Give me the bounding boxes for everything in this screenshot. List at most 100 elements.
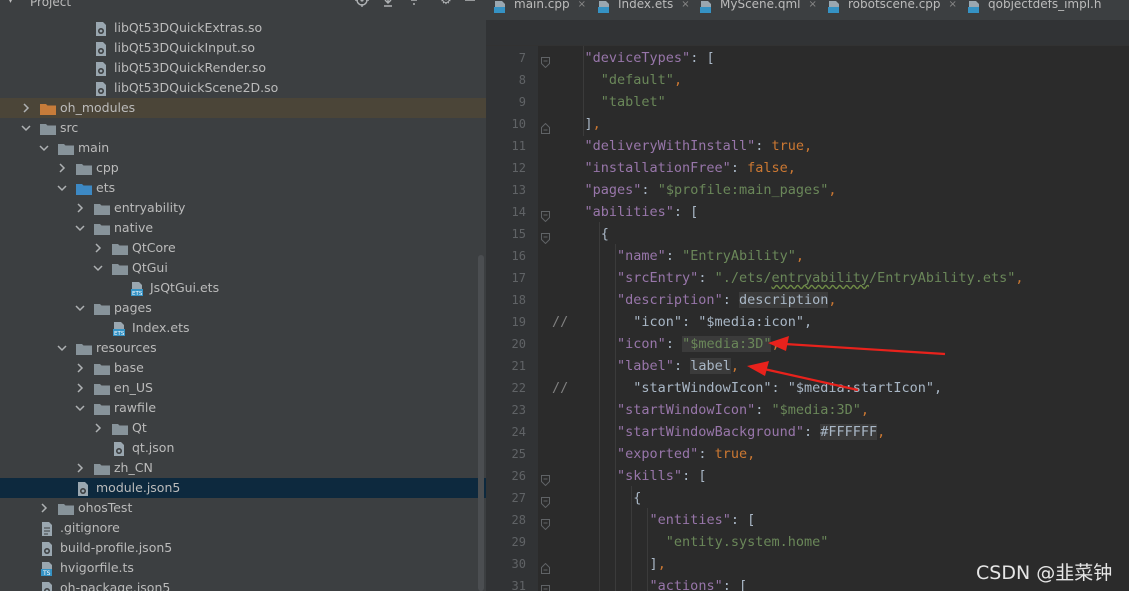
tree-item[interactable]: TS hvigorfile.ts (0, 558, 486, 578)
tree-item[interactable]: oh-package.json5 (0, 578, 486, 591)
filter-icon[interactable] (406, 0, 422, 8)
chevron-down-icon[interactable] (74, 222, 86, 234)
chevron-down-icon[interactable]: ▾ (8, 0, 13, 6)
code-line[interactable]: // "icon": "$media:icon", (552, 311, 812, 333)
close-icon[interactable]: × (681, 0, 689, 10)
editor-tab[interactable]: MyScene.qml × (700, 0, 817, 14)
code-line[interactable]: { (552, 487, 641, 509)
code-line[interactable]: "deliveryWithInstall": true, (552, 135, 813, 157)
editor-tab[interactable]: main.cpp × (494, 0, 586, 14)
code-line[interactable]: ], (552, 553, 666, 575)
tree-item[interactable]: .gitignore (0, 518, 486, 538)
tree-item[interactable]: entryability (0, 198, 486, 218)
editor-tab[interactable]: Index.ets × (598, 0, 690, 14)
chevron-down-icon[interactable] (56, 182, 68, 194)
tree-item[interactable]: libQt53DQuickInput.so (0, 38, 486, 58)
chevron-right-icon[interactable] (74, 382, 86, 394)
line-number: 16 (511, 249, 526, 263)
fold-open-icon[interactable] (541, 581, 550, 591)
collapse-all-icon[interactable] (380, 0, 396, 8)
editor-tab[interactable]: qobjectdefs_impl.h (968, 0, 1101, 14)
code-line[interactable]: "name": "EntryAbility", (552, 245, 804, 267)
tree-item[interactable]: ETS Index.ets (0, 318, 486, 338)
chevron-down-icon[interactable] (56, 342, 68, 354)
code-line[interactable]: "exported": true, (552, 443, 755, 465)
tree-item[interactable]: cpp (0, 158, 486, 178)
tree-item[interactable]: ohosTest (0, 498, 486, 518)
chevron-down-icon[interactable] (38, 142, 50, 154)
tree-item[interactable]: qt.json (0, 438, 486, 458)
chevron-down-icon[interactable] (74, 302, 86, 314)
code-line[interactable]: "entities": [ (552, 509, 756, 531)
code-line[interactable]: "label": label, (552, 355, 739, 377)
code-editor[interactable]: 7 8 9 10 11 12 13 14 15 16 17 18 19 20 21 22 23 24 25 26 27 2… (486, 46, 1129, 591)
code-line[interactable]: "abilities": [ (552, 201, 699, 223)
tree-item[interactable]: QtCore (0, 238, 486, 258)
tree-item[interactable]: src (0, 118, 486, 138)
chevron-down-icon[interactable] (92, 262, 104, 274)
project-panel-title[interactable]: Project (30, 0, 71, 9)
chevron-down-icon[interactable] (20, 122, 32, 134)
chevron-right-icon[interactable] (74, 362, 86, 374)
close-icon[interactable]: × (809, 0, 817, 10)
fold-open-icon[interactable] (541, 229, 550, 245)
tree-item[interactable]: en_US (0, 378, 486, 398)
code-line[interactable]: "srcEntry": "./ets/entryability/EntryAbi… (552, 267, 1023, 289)
chevron-right-icon[interactable] (92, 422, 104, 434)
code-line[interactable]: "pages": "$profile:main_pages", (552, 179, 837, 201)
code-line[interactable]: { (552, 223, 609, 245)
close-icon[interactable]: × (578, 0, 586, 10)
gear-icon[interactable]: ⚙ (438, 0, 454, 8)
locate-icon[interactable] (354, 0, 370, 8)
tree-item[interactable]: pages (0, 298, 486, 318)
fold-close-icon[interactable] (541, 559, 550, 574)
tree-item[interactable]: libQt53DQuickScene2D.so (0, 78, 486, 98)
tree-item[interactable]: ets (0, 178, 486, 198)
fold-open-icon[interactable] (541, 515, 550, 531)
tree-item[interactable]: resources (0, 338, 486, 358)
code-line[interactable]: "description": description, (552, 289, 837, 311)
editor-tab[interactable]: robotscene.cpp × (828, 0, 957, 14)
tree-item[interactable]: main (0, 138, 486, 158)
chevron-right-icon[interactable] (92, 242, 104, 254)
chevron-right-icon[interactable] (74, 202, 86, 214)
code-line[interactable]: "deviceTypes": [ (552, 47, 715, 69)
chevron-right-icon[interactable] (38, 502, 50, 514)
chevron-right-icon[interactable] (20, 102, 32, 114)
project-scrollbar[interactable] (478, 255, 484, 591)
code-line[interactable]: "entity.system.home" (552, 531, 829, 553)
code-line[interactable]: "tablet" (552, 91, 666, 113)
code-line[interactable]: "skills": [ (552, 465, 706, 487)
tree-item[interactable]: QtGui (0, 258, 486, 278)
fold-close-icon[interactable] (541, 119, 550, 134)
code-line[interactable]: "actions": [ (552, 575, 748, 591)
tree-item[interactable]: build-profile.json5 (0, 538, 486, 558)
code-line[interactable]: ], (552, 113, 601, 135)
tree-item[interactable]: native (0, 218, 486, 238)
tree-item[interactable]: libQt53DQuickRender.so (0, 58, 486, 78)
tree-item[interactable]: module.json5 (0, 478, 486, 498)
minimize-icon[interactable] (462, 0, 478, 8)
tree-item[interactable]: libQt53DQuickExtras.so (0, 18, 486, 38)
chevron-right-icon[interactable] (74, 462, 86, 474)
fold-open-icon[interactable] (541, 493, 550, 509)
fold-open-icon[interactable] (541, 53, 550, 69)
code-line[interactable]: "installationFree": false, (552, 157, 796, 179)
tree-item[interactable]: ETS JsQtGui.ets (0, 278, 486, 298)
code-line[interactable]: "startWindowBackground": #FFFFFF, (552, 421, 885, 443)
chevron-right-icon[interactable] (56, 162, 68, 174)
tree-item[interactable]: rawfile (0, 398, 486, 418)
tree-item[interactable]: zh_CN (0, 458, 486, 478)
code-line[interactable]: "default", (552, 69, 682, 91)
code-line[interactable]: // "startWindowIcon": "$media:startIcon"… (552, 377, 942, 399)
tree-item[interactable]: Qt (0, 418, 486, 438)
chevron-down-icon[interactable] (74, 402, 86, 414)
fold-open-icon[interactable] (541, 471, 550, 487)
close-icon[interactable]: × (949, 0, 957, 10)
code-line[interactable]: "icon": "$media:3D", (552, 333, 780, 355)
tree-item[interactable]: oh_modules (0, 98, 486, 118)
tree-item[interactable]: base (0, 358, 486, 378)
fold-open-icon[interactable] (541, 207, 550, 223)
tree-item-label: hvigorfile.ts (60, 560, 134, 575)
